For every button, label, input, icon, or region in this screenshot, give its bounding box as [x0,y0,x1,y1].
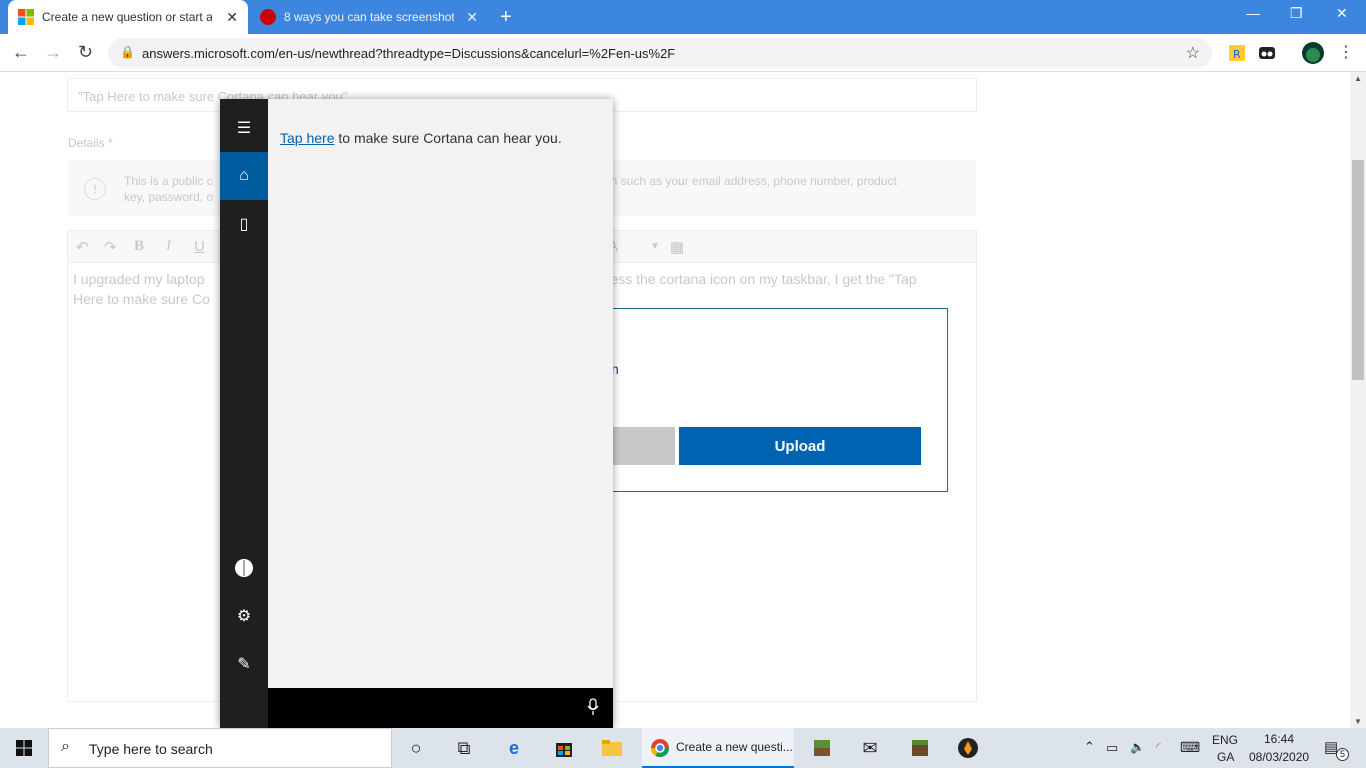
profile-avatar[interactable] [1302,42,1324,64]
taskbar-chrome-button[interactable]: Create a new questi... [642,728,794,768]
upload-button[interactable]: Upload [679,427,921,465]
svg-text:R: R [1233,48,1241,61]
table-icon[interactable]: ▦ [670,238,684,256]
details-label: Details * [68,136,113,150]
store-icon[interactable] [540,728,588,768]
feedback-icon[interactable]: ✎ [220,640,268,688]
battery-icon[interactable]: ▭ [1106,740,1118,756]
back-arrow-icon[interactable]: ← [12,42,30,63]
mail-icon[interactable]: ✉ [846,728,894,768]
notification-badge: 5 [1336,748,1349,761]
extension-glasses-icon[interactable] [1258,44,1276,62]
cortana-circle-icon[interactable]: ○ [392,728,440,768]
scroll-thumb[interactable] [1352,160,1364,380]
reload-icon[interactable]: ↻ [78,42,93,63]
cancel-button[interactable] [613,427,675,465]
volume-icon[interactable]: 🔈 [1130,740,1145,754]
upload-dialog: n Upload [560,308,948,492]
scroll-up-icon[interactable]: ▲ [1354,74,1362,83]
cortana-message-text: to make sure Cortana can hear you. [334,130,562,146]
clock-time[interactable]: 16:44 [1264,732,1294,746]
chevron-down-icon[interactable]: ▼ [650,241,660,252]
microsoft-logo-icon [18,9,34,25]
browser-toolbar: ← → ↻ 🔒 answers.microsoft.com/en-us/newt… [0,34,1366,72]
search-icon: ⌕ [61,738,70,755]
tab-title: Create a new question or start a discuss… [42,10,212,24]
file-explorer-icon[interactable] [588,728,636,768]
undo-icon[interactable]: ↶ [76,238,89,256]
chrome-icon [651,739,669,758]
task-view-icon[interactable]: ⧉ [440,728,488,768]
new-tab-icon[interactable]: + [500,6,512,29]
settings-gear-icon[interactable]: ⚙ [220,592,268,640]
cortana-input-bar[interactable] [268,688,613,728]
taskbar-search-box[interactable]: ⌕ Type here to search [48,728,392,768]
bold-icon[interactable]: B [134,238,144,255]
url-text: answers.microsoft.com/en-us/newthread?th… [142,46,676,61]
tray-chevron-up-icon[interactable]: ⌃ [1084,739,1095,755]
search-placeholder: Type here to search [89,741,213,757]
cortana-content: Tap here to make sure Cortana can hear y… [268,99,613,688]
menu-kebab-icon[interactable]: ⋮ [1338,42,1354,62]
italic-icon[interactable]: I [166,238,171,255]
browser-tabstrip: Create a new question or start a discuss… [0,0,1366,34]
editor-text: Here to make sure Co [73,291,210,307]
editor-text: I upgraded my laptop [73,271,205,287]
windows-taskbar: ⌕ Type here to search ○ ⧉ e Create a new… [0,728,1366,768]
tap-here-link[interactable]: Tap here [280,130,334,146]
notebook-icon[interactable]: ▯ [220,200,268,248]
scroll-down-icon[interactable]: ▼ [1354,717,1362,726]
cortana-sidebar: ☰ ⌂ ▯ ⚙ ✎ [220,99,268,728]
home-icon[interactable]: ⌂ [220,152,268,200]
microphone-icon[interactable] [587,698,599,716]
underline-icon[interactable]: U [194,238,205,255]
edge-icon[interactable]: e [490,728,538,768]
tab-create-question[interactable]: Create a new question or start a discuss… [8,0,248,34]
minimize-icon[interactable]: — [1246,5,1260,21]
tab-screenshots[interactable]: 8 ways you can take screenshots ✕ [250,0,488,34]
language-indicator[interactable]: ENG [1212,733,1238,747]
notice-text: This is a public c [124,174,213,188]
page-scrollbar[interactable]: ▲ ▼ [1350,72,1366,728]
editor-text: press the cortana icon on my taskbar, I … [598,271,917,287]
minecraft-icon[interactable] [798,728,846,768]
lock-icon: 🔒 [120,45,135,59]
language-indicator-sub[interactable]: GA [1217,750,1234,764]
wifi-icon[interactable]: ◜ [1156,740,1161,754]
window-close-icon[interactable]: ✕ [1336,5,1348,22]
close-icon[interactable]: ✕ [226,9,238,26]
close-icon[interactable]: ✕ [466,9,478,26]
chrome-window-label: Create a new questi... [676,740,793,754]
windows-start-icon[interactable] [0,728,48,768]
tab-title: 8 ways you can take screenshots [284,10,454,24]
keyboard-icon[interactable]: ⌨ [1180,739,1200,756]
forward-arrow-icon[interactable]: → [44,42,62,63]
notice-text: tion such as your email address, phone n… [598,174,897,188]
cortana-message: Tap here to make sure Cortana can hear y… [280,130,562,146]
restore-icon[interactable]: ❐ [1290,5,1303,22]
cnet-logo-icon [260,9,276,25]
clock-date[interactable]: 08/03/2020 [1249,750,1309,764]
minecraft-block-icon[interactable] [896,728,944,768]
address-bar[interactable]: 🔒 answers.microsoft.com/en-us/newthread?… [108,38,1212,68]
hamburger-menu-icon[interactable]: ☰ [220,104,268,152]
user-account-icon[interactable] [220,544,268,592]
bookmark-star-icon[interactable]: ☆ [1186,43,1200,63]
page-content: "Tap Here to make sure Cortana can hear … [0,72,1350,728]
fl-studio-icon[interactable] [944,728,992,768]
redo-icon[interactable]: ↷ [104,238,117,256]
cortana-panel: ☰ ⌂ ▯ ⚙ ✎ Tap here to make sure Cortana … [220,99,613,728]
notice-text: key, password, o [124,190,214,204]
info-icon: ! [84,178,106,200]
extension-r-icon[interactable]: R [1228,44,1246,62]
